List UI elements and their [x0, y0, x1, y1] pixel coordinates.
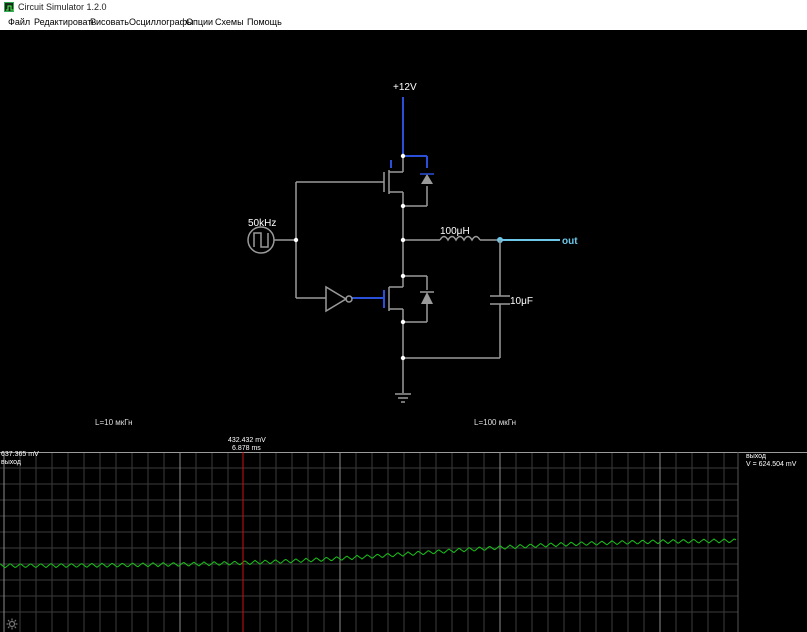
menu-circuits[interactable]: Схемы — [215, 16, 244, 28]
ground-symbol[interactable] — [395, 393, 411, 403]
switch-node-wire[interactable] — [402, 206, 440, 276]
menu-scopes[interactable]: Осциллографы — [129, 16, 193, 28]
circuit-schematic[interactable]: +12V 50kHz 100μH 10μF out — [0, 30, 807, 452]
gate-drive-wire[interactable] — [274, 182, 326, 299]
scope-left-value: 637.365 mV — [1, 451, 39, 458]
inverter[interactable] — [325, 285, 353, 313]
scope-left-name: выход — [1, 459, 21, 466]
low-side-diode[interactable] — [420, 291, 434, 304]
square-wave-source[interactable] — [247, 226, 275, 254]
window-title: Circuit Simulator 1.2.0 — [18, 2, 107, 12]
high-side-diode[interactable] — [420, 173, 434, 184]
low-side-mosfet[interactable] — [388, 275, 428, 393]
source-frequency-label: 50kHz — [248, 218, 276, 229]
output-voltage-trace — [0, 538, 737, 569]
capacitor[interactable] — [403, 240, 510, 359]
scope-settings-gear-icon[interactable] — [6, 618, 18, 630]
capacitor-label: 10μF — [510, 296, 533, 307]
scope-trace — [0, 452, 737, 632]
scope-right-value: V = 624.504 mV — [746, 461, 797, 468]
menu-bar: Файл Редактировать Рисовать Осциллографы… — [0, 14, 807, 31]
circuit-app-icon — [4, 2, 14, 12]
menu-help[interactable]: Помощь — [247, 16, 282, 28]
menu-edit[interactable]: Редактировать — [34, 16, 96, 28]
title-bar: Circuit Simulator 1.2.0 — [0, 0, 807, 14]
label-inductance-right: L=100 мкГн — [474, 418, 516, 427]
menu-options[interactable]: Опции — [186, 16, 213, 28]
high-side-mosfet[interactable] — [296, 156, 428, 207]
cursor-value: 432.432 mV — [228, 437, 266, 444]
supply-label: +12V — [393, 82, 417, 93]
inductor[interactable] — [439, 235, 500, 242]
label-inductance-left: L=10 мкГн — [95, 418, 133, 427]
output-label: out — [562, 236, 578, 247]
menu-file[interactable]: Файл — [8, 16, 30, 28]
supply-rail[interactable] — [390, 97, 428, 168]
low-side-gate[interactable] — [352, 290, 385, 308]
inductor-label: 100μH — [440, 226, 470, 237]
menu-draw[interactable]: Рисовать — [90, 16, 129, 28]
cursor-time: 6.878 ms — [232, 445, 261, 452]
scope-right-name: выход — [746, 453, 766, 460]
oscilloscope-panel[interactable]: 637.365 mV выход 432.432 mV 6.878 ms вых… — [0, 437, 807, 632]
